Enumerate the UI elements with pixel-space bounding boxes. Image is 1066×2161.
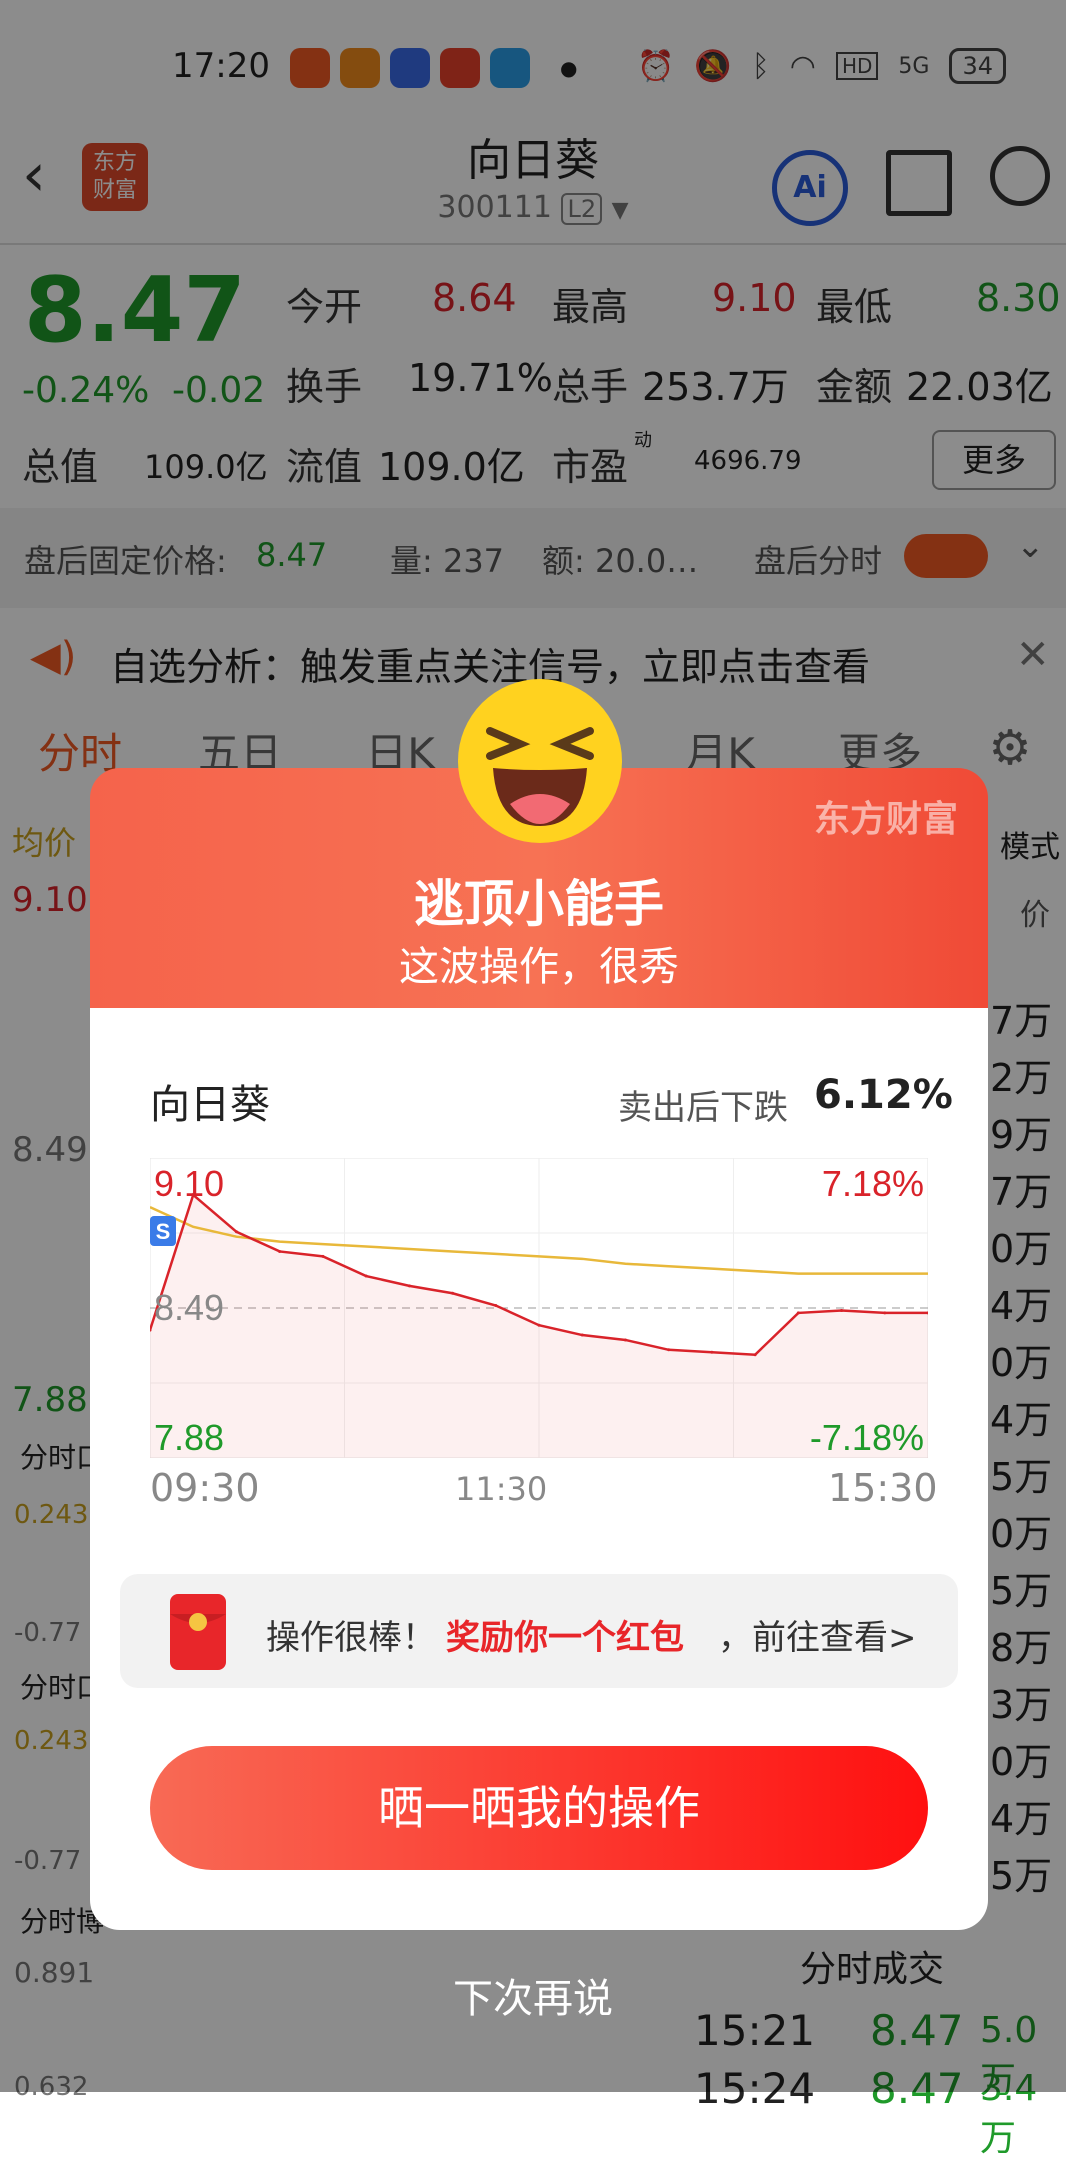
price-point — [710, 1350, 714, 1354]
price-point — [537, 1323, 541, 1327]
chart-pct-low-label: -7.18% — [810, 1417, 924, 1458]
time-axis-mid: 11:30 — [455, 1470, 548, 1508]
reward-suffix: ，前往查看> — [718, 1618, 917, 1658]
intraday-chart: 9.10 8.49 7.88 7.18% -7.18% S — [150, 1158, 928, 1458]
chart-mid-label: 8.49 — [154, 1287, 224, 1328]
price-point — [407, 1284, 411, 1288]
laughing-emoji-icon — [458, 679, 622, 843]
dismiss-link[interactable]: 下次再说 — [0, 1966, 1066, 2024]
chart-low-label: 7.88 — [154, 1417, 224, 1458]
modal-stock-name: 向日葵 — [150, 1082, 270, 1128]
price-point — [753, 1353, 757, 1357]
chart-pct-high-label: 7.18% — [822, 1163, 924, 1204]
sell-marker-label: S — [156, 1219, 171, 1244]
price-point — [796, 1311, 800, 1315]
drop-value: 6.12% — [814, 1072, 953, 1118]
brand-watermark: 东方财富 — [813, 799, 958, 840]
price-point — [667, 1348, 671, 1352]
reward-prefix: 操作很棒！ — [266, 1618, 436, 1658]
price-point — [623, 1338, 627, 1342]
red-envelope-icon — [170, 1594, 226, 1670]
reward-banner[interactable]: 操作很棒！ 奖励你一个红包 ，前往查看> — [120, 1574, 958, 1688]
modal-subtitle: 这波操作，很秀 — [399, 944, 679, 990]
share-operation-button[interactable]: 晒一晒我的操作 — [150, 1746, 928, 1870]
price-point — [234, 1230, 238, 1234]
drop-label: 卖出后下跌 — [618, 1088, 788, 1128]
price-point — [364, 1274, 368, 1278]
modal-title: 逃顶小能手 — [414, 875, 664, 933]
time-axis-start: 09:30 — [150, 1466, 260, 1510]
price-point — [494, 1304, 498, 1308]
price-point — [278, 1249, 282, 1253]
chart-high-label: 9.10 — [154, 1163, 224, 1204]
price-point — [883, 1311, 887, 1315]
time-axis-end: 15:30 — [828, 1466, 938, 1510]
price-point — [451, 1291, 455, 1295]
price-point — [580, 1333, 584, 1337]
reward-highlight: 奖励你一个红包 — [446, 1618, 684, 1658]
price-point — [840, 1308, 844, 1312]
price-point — [321, 1254, 325, 1258]
